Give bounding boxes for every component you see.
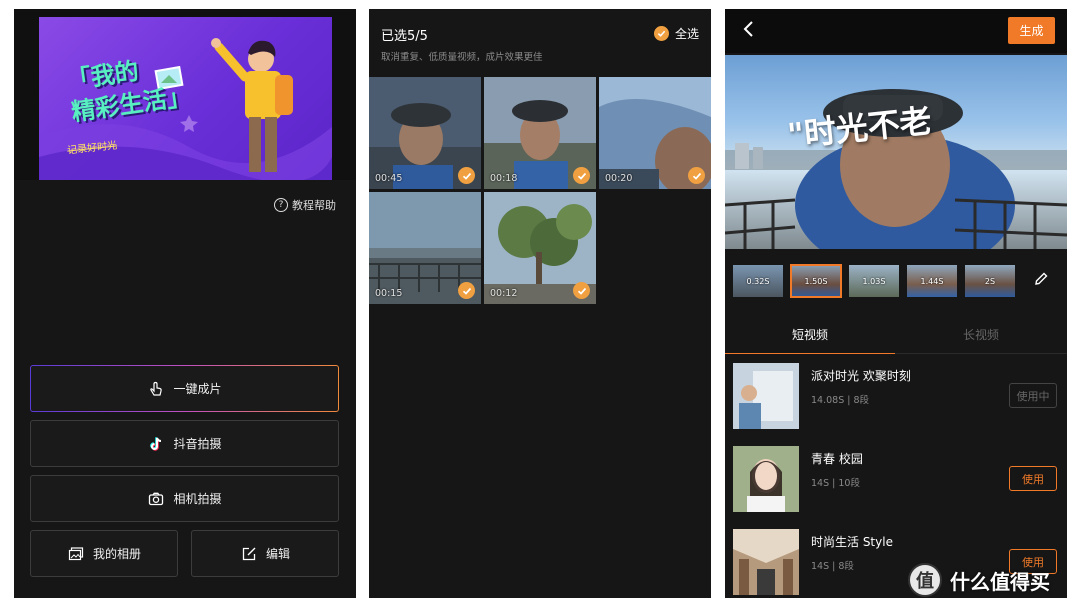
template-tabs: 短视频 长视频 [725,314,1067,354]
one-key-create-label: 一键成片 [173,382,222,396]
template-name: 派对时光 欢聚时刻 [811,369,911,383]
select-all-label: 全选 [674,27,699,41]
tab-long-video[interactable]: 长视频 [963,326,999,343]
selection-count: 已选5/5 [381,29,428,44]
banner-area: 「我的 精彩生活」 记录好时光 [14,9,356,180]
clip-duration: 1.50S [804,276,828,286]
camera-shoot-label: 相机拍摄 [173,492,222,506]
template-name: 青春 校园 [811,452,863,466]
preview-image [725,89,1067,249]
album-icon [67,545,85,563]
template-meta: 14S | 8段 [811,561,854,572]
media-thumb[interactable]: 00:20 [599,77,711,189]
checkmark-icon [458,167,475,184]
selection-hint: 取消重复、低质量视频，成片效果更佳 [381,52,543,63]
clip-duration: 1.03S [862,276,886,286]
promo-banner[interactable]: 「我的 精彩生活」 记录好时光 [39,17,332,180]
clip-duration: 1.44S [920,276,944,286]
media-thumb[interactable]: 00:15 [369,192,481,304]
template-item[interactable]: 派对时光 欢聚时刻 14.08S | 8段 使用中 [725,363,1067,433]
edit-button[interactable]: 编辑 [191,530,339,577]
hand-tap-icon [147,380,165,398]
template-in-use-button[interactable]: 使用中 [1009,383,1057,408]
template-meta: 14.08S | 8段 [811,395,870,406]
checkmark-icon [653,26,669,41]
clip-thumb[interactable]: 1.44S [907,265,957,297]
clip-thumb[interactable]: 0.32S [733,265,783,297]
top-bar: 生成 [725,9,1067,53]
my-album-label: 我的相册 [92,547,141,561]
template-cover [733,446,799,512]
media-thumb[interactable]: 00:45 [369,77,481,189]
douyin-shoot-label: 抖音拍摄 [173,437,222,451]
smzdm-logo-icon: 值 [908,563,942,597]
clip-strip: 0.32S 1.50S 1.03S 1.44S 2S [733,264,1015,298]
clip-thumb[interactable]: 2S [965,265,1015,297]
checkmark-icon [688,167,705,184]
video-duration: 00:15 [375,288,403,299]
watermark: 值 什么值得买 [908,563,1050,597]
media-thumb[interactable]: 00:12 [484,192,596,304]
video-duration: 00:18 [490,173,518,184]
video-preview[interactable]: "时光不老 [725,55,1067,249]
media-thumb[interactable]: 00:18 [484,77,596,189]
edit-icon [240,545,258,563]
clip-duration: 2S [984,276,996,286]
template-cover [733,529,799,595]
video-duration: 00:20 [605,173,633,184]
camera-icon [147,490,165,508]
tab-short-video[interactable]: 短视频 [792,326,828,343]
one-key-create-button[interactable]: 一键成片 [30,365,339,412]
generate-button[interactable]: 生成 [1008,17,1055,44]
pencil-icon[interactable] [1033,271,1049,291]
checkmark-icon [573,282,590,299]
clip-thumb[interactable]: 1.03S [849,265,899,297]
tiktok-icon [147,435,165,453]
edit-label: 编辑 [265,547,290,561]
template-item[interactable]: 青春 校园 14S | 10段 使用 [725,446,1067,516]
clip-thumb[interactable]: 1.50S [790,264,842,298]
clip-duration: 0.32S [746,276,770,286]
template-use-button[interactable]: 使用 [1009,466,1057,491]
camera-shoot-button[interactable]: 相机拍摄 [30,475,339,522]
home-screen: 「我的 精彩生活」 记录好时光 ? 教程帮助 一键成片 抖音拍摄 相机拍摄 我的… [14,9,356,598]
template-meta: 14S | 10段 [811,478,860,489]
checkmark-icon [458,282,475,299]
select-all-toggle[interactable]: 全选 [653,25,699,42]
help-label: 教程帮助 [292,199,336,212]
help-link[interactable]: ? 教程帮助 [274,197,336,213]
watermark-text: 什么值得买 [950,569,1050,594]
my-album-button[interactable]: 我的相册 [30,530,178,577]
help-icon: ? [274,198,288,212]
media-select-screen: 已选5/5 取消重复、低质量视频，成片效果更佳 全选 00:45 00:18 0… [369,9,711,598]
back-icon[interactable] [743,20,755,43]
video-duration: 00:45 [375,173,403,184]
checkmark-icon [573,167,590,184]
template-cover [733,363,799,429]
douyin-shoot-button[interactable]: 抖音拍摄 [30,420,339,467]
template-edit-screen: 生成 "时光不老 0.32S 1.50S 1.03S 1.44S 2S 短视频 … [725,9,1067,598]
video-duration: 00:12 [490,288,518,299]
active-tab-indicator [725,353,895,354]
template-name: 时尚生活 Style [811,535,893,549]
